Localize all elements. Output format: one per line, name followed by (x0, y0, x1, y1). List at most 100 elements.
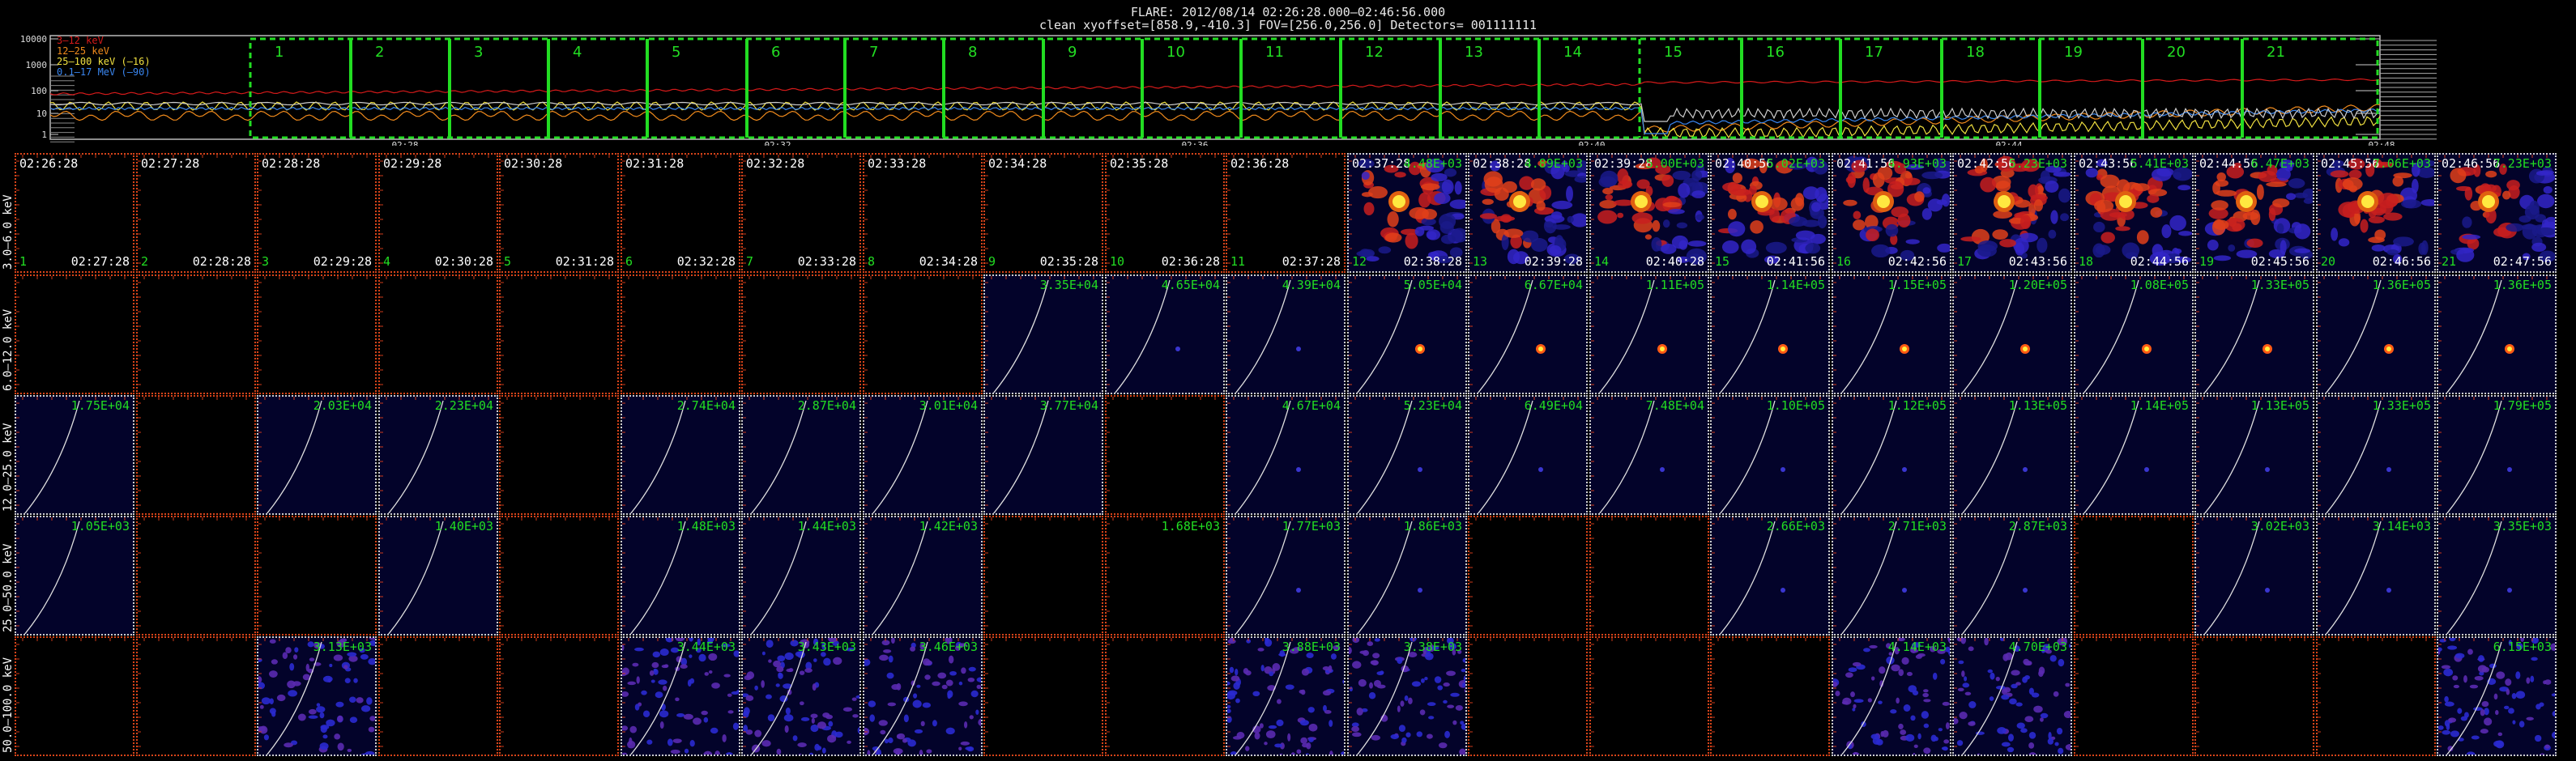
noise-blob (1932, 672, 1938, 680)
noise-blob (369, 716, 375, 721)
noise-blob (727, 710, 734, 714)
flare-core-bright (1998, 195, 2011, 208)
image-panel: 1.42E+03 (863, 516, 983, 636)
noise-blob (687, 679, 692, 687)
noise-blob (1997, 727, 2007, 734)
noise-blob (269, 698, 274, 705)
noise-blob (1984, 638, 1989, 646)
image-panel: 02:29:28 02:30:28 4 (378, 153, 498, 273)
noise-blob (1287, 733, 1291, 742)
noise-blob (2539, 702, 2544, 707)
panel-image (1107, 517, 1216, 627)
noise-blob (2508, 708, 2514, 714)
panel-image (1107, 638, 1216, 747)
emission-blob (2213, 255, 2232, 261)
noise-blob (884, 738, 889, 744)
noise-blob (1358, 678, 1367, 687)
panel-image (1107, 397, 1216, 506)
noise-blob (903, 714, 909, 723)
emission-blob (2207, 239, 2219, 251)
noise-blob (2460, 716, 2467, 721)
image-panel: 1.33E+05 (2194, 274, 2314, 394)
noise-blob (2028, 752, 2036, 755)
solar-limb (992, 400, 1049, 513)
row-label-2: 12.0–25.0 keV (2, 423, 15, 512)
noise-blob (337, 715, 343, 722)
lightcurve-frame (49, 35, 2381, 140)
emission-blob (2050, 210, 2058, 224)
noise-blob (1964, 676, 1968, 682)
noise-blob (2512, 720, 2516, 725)
panel-start-time: 02:30:28 (504, 156, 563, 171)
source-spot-core (2144, 346, 2149, 351)
image-panel (1105, 636, 1225, 756)
emission-blob (2294, 248, 2311, 253)
noise-blob (1906, 671, 1913, 677)
noise-blob (2534, 734, 2542, 742)
interval-label: 6 (771, 44, 780, 61)
image-panel: 2.71E+03 (1832, 516, 1951, 636)
noise-blob (976, 677, 981, 682)
panel-end-time: 02:39:28 (1524, 254, 1583, 269)
noise-blob (2001, 742, 2011, 747)
panel-image (16, 397, 126, 513)
noise-blob (768, 659, 772, 663)
noise-blob (1968, 721, 1976, 726)
panel-image (1954, 638, 2071, 755)
noise-blob (2011, 670, 2020, 676)
noise-blob (2552, 731, 2555, 739)
emission-blob (2401, 199, 2422, 209)
noise-blob (1878, 700, 1883, 704)
noise-blob (766, 640, 774, 648)
noise-blob (259, 704, 264, 709)
noise-blob (1876, 738, 1883, 746)
noise-blob (1371, 734, 1380, 741)
noise-blob (1356, 708, 1363, 716)
legend-entry: 3–12 keV (57, 35, 104, 46)
noise-blob (1957, 687, 1964, 692)
flare-core-bright (1513, 195, 1526, 208)
emission-blob (1853, 210, 1862, 220)
noise-blob (2506, 688, 2510, 695)
noise-blob (309, 657, 315, 661)
panel-start-time: 02:31:28 (625, 156, 685, 171)
emission-blob (2134, 183, 2150, 192)
emission-blob (1695, 214, 1705, 221)
noise-blob (833, 657, 842, 665)
source-spot (2507, 588, 2512, 593)
image-panel: 7.48E+04 (1589, 395, 1709, 515)
noise-blob (269, 639, 276, 644)
emission-blob (1551, 200, 1573, 210)
noise-blob (1434, 676, 1442, 683)
panel-peak-value: 2.23E+04 (434, 398, 493, 413)
image-panel: 5.05E+04 (1347, 274, 1467, 394)
panel-peak-value: 3.38E+03 (1403, 640, 1462, 654)
noise-blob (2496, 671, 2506, 679)
solar-limb (1114, 279, 1171, 393)
panel-image (622, 517, 731, 634)
solar-limb (2203, 521, 2260, 634)
interval-label: 21 (2267, 44, 2285, 61)
panel-end-time: 02:27:28 (70, 254, 130, 269)
noise-blob (2016, 722, 2025, 729)
panel-image (1469, 276, 1579, 393)
image-panel (1468, 516, 1588, 636)
image-panel: 4.14E+03 (1832, 636, 1951, 756)
legend-entry: 12–25 keV (57, 45, 109, 57)
panel-peak-value: 1.48E+03 (676, 519, 736, 534)
panel-image (138, 397, 247, 506)
emission-blob (1387, 211, 1399, 227)
noise-blob (1408, 697, 1413, 704)
noise-blob (767, 714, 775, 722)
noise-blob (1268, 725, 1277, 729)
image-panel: 2.03E+04 (257, 395, 377, 515)
panel-image (1712, 517, 1821, 634)
image-panel: 1.48E+03 (621, 516, 740, 636)
solar-limb (2325, 400, 2382, 513)
image-panel (2316, 636, 2436, 756)
panel-image (138, 638, 247, 747)
noise-blob (1230, 751, 1237, 755)
panel-peak-value: 7.23E+03 (2493, 156, 2552, 171)
noise-blob (2438, 647, 2442, 652)
noise-blob (1329, 750, 1333, 755)
